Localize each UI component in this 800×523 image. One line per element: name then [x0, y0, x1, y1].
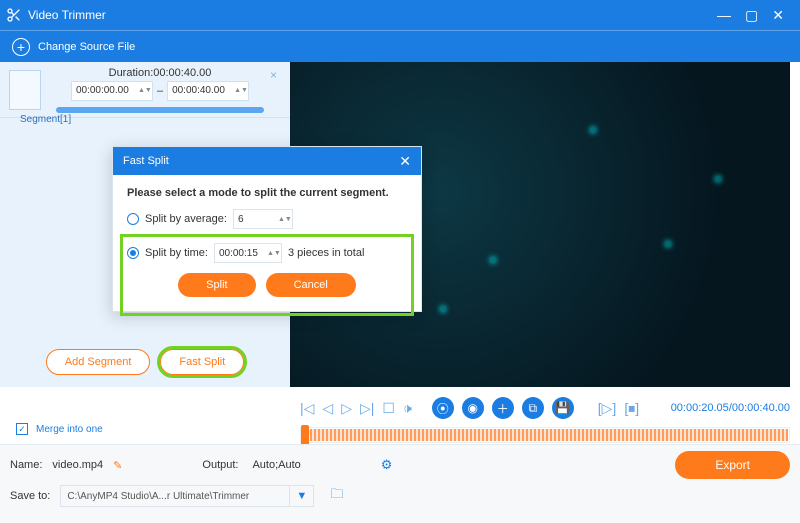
- split-by-time-label: Split by time:: [145, 247, 208, 259]
- volume-icon[interactable]: 🕩: [403, 400, 412, 417]
- segment-thumb-col: Segment[1]: [0, 70, 50, 110]
- radio-icon[interactable]: [127, 247, 139, 259]
- name-label: Name:: [10, 459, 42, 471]
- change-source-button[interactable]: Change Source File: [38, 41, 135, 53]
- split-average-input[interactable]: 6▲▼: [233, 209, 293, 229]
- output-settings-icon[interactable]: ⚙: [381, 457, 393, 473]
- save-path-picker: C:\AnyMP4 Studio\A...r Ultimate\Trimmer …: [60, 485, 314, 507]
- segment-thumbnail: [9, 70, 41, 110]
- dialog-buttons: Split Cancel: [127, 273, 407, 297]
- dialog-message: Please select a mode to split the curren…: [127, 187, 407, 199]
- segment-duration-label: Duration:00:00:40.00: [56, 67, 264, 79]
- radio-icon[interactable]: [127, 213, 139, 225]
- open-folder-icon[interactable]: 🗀: [330, 485, 343, 507]
- segment-duration-col: Duration:00:00:40.00 00:00:00.00▲▼ – 00:…: [50, 63, 270, 117]
- dialog-titlebar: Fast Split ✕: [113, 147, 421, 175]
- split-by-average-label: Split by average:: [145, 213, 227, 225]
- segment-row[interactable]: Segment[1] Duration:00:00:40.00 00:00:00…: [0, 62, 290, 118]
- save-segment-button[interactable]: 💾: [552, 397, 574, 419]
- titlebar-top: Video Trimmer — ▢ ✕: [0, 0, 800, 30]
- bracket-out-icon[interactable]: [⏹]: [624, 400, 639, 417]
- add-marker-button[interactable]: ＋: [492, 397, 514, 419]
- toolbar: + Change Source File: [0, 30, 800, 62]
- add-segment-button[interactable]: Add Segment: [46, 349, 151, 375]
- titlebar: Video Trimmer — ▢ ✕ + Change Source File: [0, 0, 800, 62]
- fast-split-dialog: Fast Split ✕ Please select a mode to spl…: [112, 146, 422, 312]
- dialog-split-button[interactable]: Split: [178, 273, 255, 297]
- window-controls: — ▢ ✕: [717, 7, 794, 24]
- fast-split-button[interactable]: Fast Split: [160, 349, 244, 375]
- save-path-input[interactable]: C:\AnyMP4 Studio\A...r Ultimate\Trimmer: [60, 485, 290, 507]
- segment-remove-button[interactable]: ×: [270, 68, 286, 82]
- split-by-average-row[interactable]: Split by average: 6▲▼: [127, 209, 407, 229]
- segment-start-input[interactable]: 00:00:00.00▲▼: [71, 81, 153, 101]
- segment-buttons: Add Segment Fast Split: [0, 349, 290, 375]
- dialog-cancel-button[interactable]: Cancel: [266, 273, 356, 297]
- split-time-total: 3 pieces in total: [288, 247, 364, 259]
- maximize-button[interactable]: ▢: [745, 7, 758, 24]
- camera-button[interactable]: ◉: [462, 397, 484, 419]
- next-frame-icon[interactable]: ▷|: [360, 400, 374, 417]
- spinner-icon[interactable]: ▲▼: [234, 87, 244, 94]
- split-by-time-row[interactable]: Split by time: 00:00:15▲▼ 3 pieces in to…: [127, 243, 407, 263]
- minimize-button[interactable]: —: [717, 7, 731, 24]
- output-row-1: Name: video.mp4 ✎ Output: Auto;Auto ⚙ Ex…: [10, 451, 790, 479]
- bracket-in-icon[interactable]: [▷]: [598, 400, 617, 417]
- timeline[interactable]: [300, 427, 790, 443]
- dialog-close-icon[interactable]: ✕: [399, 153, 411, 170]
- dialog-title: Fast Split: [123, 155, 169, 167]
- segment-name: Segment[1]: [12, 114, 71, 125]
- output-value: Auto;Auto: [252, 459, 300, 471]
- app-title: Video Trimmer: [6, 7, 106, 23]
- segment-end-input[interactable]: 00:00:40.00▲▼: [167, 81, 249, 101]
- add-icon[interactable]: +: [12, 38, 30, 56]
- dialog-body: Please select a mode to split the curren…: [113, 175, 421, 311]
- footer: ✓Merge into one Name: video.mp4 ✎ Output…: [0, 444, 800, 523]
- scissors-icon: [6, 7, 22, 23]
- export-button[interactable]: Export: [675, 451, 790, 479]
- dash: –: [157, 85, 163, 97]
- split-time-input[interactable]: 00:00:15▲▼: [214, 243, 282, 263]
- snapshot-button[interactable]: ⦿: [432, 397, 454, 419]
- player-controls: |◁ ◁ ▷ ▷| ☐ 🕩 ⦿ ◉ ＋ ⧉ 💾 [▷] [⏹] 00:00:20…: [300, 393, 790, 423]
- play-icon[interactable]: ▷: [341, 400, 352, 417]
- prev-frame-icon[interactable]: ◁: [322, 400, 333, 417]
- edit-name-icon[interactable]: ✎: [113, 459, 122, 472]
- name-value: video.mp4: [52, 459, 103, 471]
- copy-button[interactable]: ⧉: [522, 397, 544, 419]
- segment-time-inputs: 00:00:00.00▲▼ – 00:00:40.00▲▼: [56, 81, 264, 101]
- player-time: 00:00:20.05/00:00:40.00: [671, 402, 790, 414]
- stop-icon[interactable]: ☐: [382, 400, 395, 417]
- skip-start-icon[interactable]: |◁: [300, 400, 314, 417]
- segment-track[interactable]: [56, 107, 264, 113]
- spinner-icon[interactable]: ▲▼: [138, 87, 148, 94]
- merge-checkbox[interactable]: ✓Merge into one: [10, 423, 103, 435]
- output-label: Output:: [202, 459, 238, 471]
- save-path-dropdown[interactable]: ▼: [290, 485, 314, 507]
- save-to-label: Save to:: [10, 490, 50, 502]
- close-button[interactable]: ✕: [772, 7, 784, 24]
- app-title-text: Video Trimmer: [28, 8, 106, 22]
- timeline-fill: [302, 429, 788, 441]
- output-row-2: Save to: C:\AnyMP4 Studio\A...r Ultimate…: [10, 485, 790, 507]
